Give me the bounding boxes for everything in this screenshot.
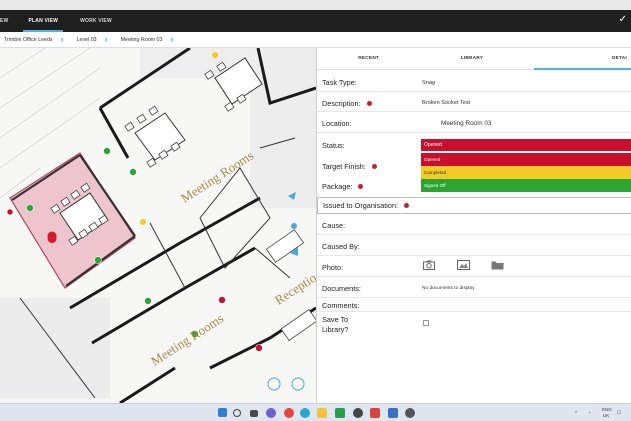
description-label-text: Description:: [322, 99, 361, 108]
save-to-library-label-2: Library?: [322, 325, 349, 334]
location-value[interactable]: Meeting Room 03: [441, 120, 491, 127]
notification-icon[interactable]: ☐: [617, 410, 621, 416]
windows-start-icon[interactable]: [218, 408, 227, 417]
view-nav-bar: EW PLAN VIEW WORK VIEW: [0, 10, 631, 32]
save-to-library-checkbox[interactable]: [423, 320, 429, 326]
required-icon: [366, 100, 372, 106]
location-row: Location: Meeting Room 03: [317, 112, 631, 133]
tab-library[interactable]: LIBRARY: [420, 48, 523, 69]
cause-row: Cause:: [317, 214, 631, 235]
description-label: Description:: [322, 99, 372, 108]
panel-tabs: RECENT LIBRARY DETAI: [317, 48, 631, 70]
target-finish-label-text: Target Finish:: [322, 162, 366, 171]
breadcrumb-room[interactable]: Meeting Room 03: [117, 37, 167, 43]
task-type-value[interactable]: Snag: [422, 80, 435, 86]
app2-icon[interactable]: [405, 408, 415, 418]
status-option-opened[interactable]: Opened: [421, 153, 631, 166]
documents-value: No documents to display: [422, 286, 475, 291]
documents-label: Documents:: [322, 284, 361, 293]
app-icon[interactable]: [335, 408, 345, 418]
task-type-row: Task Type: Snag: [317, 70, 631, 92]
caused-by-label: Caused By:: [322, 242, 360, 251]
location-label: Location:: [322, 119, 352, 128]
chevron-right-icon: ›: [170, 34, 174, 44]
tab-work-view[interactable]: WORK VIEW: [71, 10, 121, 32]
folder-icon[interactable]: [491, 260, 504, 273]
documents-row: Documents: No documents to display: [317, 277, 631, 298]
task-details-panel: RECENT LIBRARY DETAI Task Type: Snag Des…: [316, 48, 631, 403]
check-icon[interactable]: ✓: [619, 14, 627, 26]
tab-view[interactable]: EW: [0, 10, 17, 32]
issued-to-label-text: Issued to Organisation:: [323, 201, 399, 210]
comments-row: Comments:: [317, 298, 631, 312]
target-finish-label: Target Finish:: [322, 162, 377, 171]
chrome-icon[interactable]: [284, 408, 294, 418]
package-label-text: Package:: [322, 182, 353, 191]
chevron-up-icon[interactable]: ^: [575, 410, 577, 415]
zoom-out-icon[interactable]: [268, 378, 280, 390]
photos-icon[interactable]: [370, 408, 380, 418]
status-options-list: Opened Completed Signed Off: [421, 153, 631, 192]
language-indicator[interactable]: ENG: [602, 407, 612, 412]
save-to-library-row: Save To Library?: [317, 312, 631, 342]
task-view-icon[interactable]: [250, 410, 258, 417]
search-icon[interactable]: [233, 409, 241, 417]
edge-icon[interactable]: [300, 408, 310, 418]
notes-icon[interactable]: [388, 408, 398, 418]
description-value[interactable]: Broken Socket Test: [422, 100, 470, 106]
caused-by-row: Caused By:: [317, 235, 631, 256]
floor-plan-canvas[interactable]: Meeting Rooms Meeting Rooms Receptio: [0, 48, 316, 403]
tab-plan-view[interactable]: PLAN VIEW: [19, 10, 67, 32]
status-select[interactable]: Opened: [421, 139, 631, 151]
gallery-icon[interactable]: [457, 260, 470, 273]
issued-to-row[interactable]: Issued to Organisation:: [317, 197, 631, 214]
required-icon: [404, 202, 410, 208]
photo-label: Photo:: [322, 263, 344, 272]
file-explorer-icon[interactable]: [317, 408, 327, 418]
required-icon: [358, 183, 364, 189]
description-row: Description: Broken Socket Test: [317, 92, 631, 112]
tab-recent[interactable]: RECENT: [317, 48, 420, 69]
status-option-signed-off[interactable]: Signed Off: [421, 179, 631, 192]
status-option-completed[interactable]: Completed: [421, 166, 631, 179]
photo-row: Photo:: [317, 256, 631, 277]
app-window: EW PLAN VIEW WORK VIEW ✓ Trimble Office …: [0, 0, 631, 421]
comments-label: Comments:: [322, 301, 360, 310]
chevron-right-icon: ›: [60, 34, 64, 44]
zoom-in-icon[interactable]: [292, 378, 304, 390]
task-type-label: Task Type:: [322, 78, 357, 87]
wifi-icon[interactable]: ◔: [588, 410, 591, 415]
location-pin-icon[interactable]: [46, 230, 58, 248]
media-icon[interactable]: [353, 408, 363, 418]
breadcrumb: Trimble Office Leeds › Level 03 › Meetin…: [0, 32, 631, 48]
chat-icon[interactable]: [266, 408, 276, 418]
windows-taskbar: ^ ◔ ENG UK ☐: [0, 403, 631, 421]
package-label: Package:: [322, 182, 364, 191]
breadcrumb-site[interactable]: Trimble Office Leeds: [0, 37, 57, 43]
save-to-library-label: Save To: [322, 315, 349, 324]
camera-icon[interactable]: [423, 260, 435, 273]
breadcrumb-level[interactable]: Level 03: [73, 37, 101, 43]
browser-top-strip: [0, 0, 631, 10]
required-icon: [371, 163, 377, 169]
chevron-right-icon: ›: [104, 34, 108, 44]
issued-to-label: Issued to Organisation:: [323, 201, 410, 210]
cause-label: Cause:: [322, 221, 346, 230]
tab-details[interactable]: DETAI: [524, 48, 631, 70]
status-label: Status:: [322, 141, 345, 150]
language-indicator-region: UK: [603, 413, 610, 418]
